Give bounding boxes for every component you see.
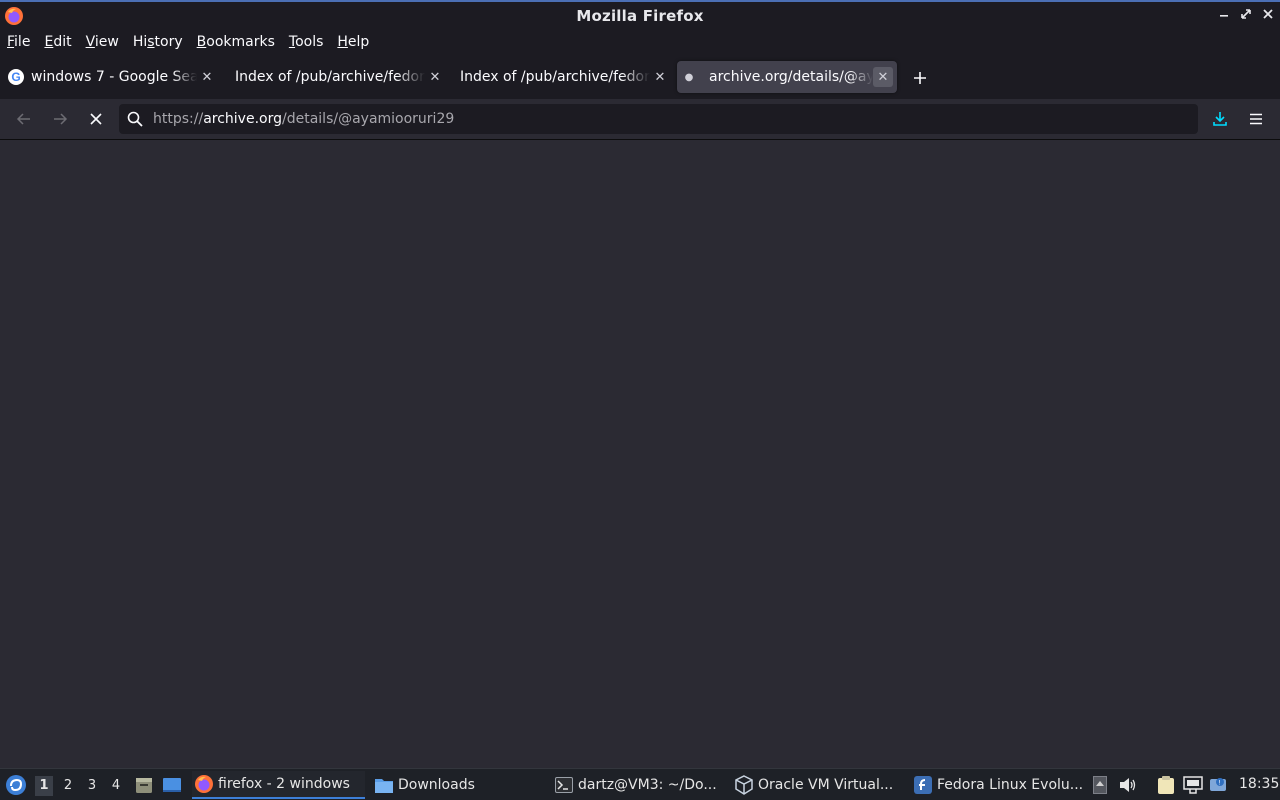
menu-bookmarks[interactable]: Bookmarks <box>197 31 275 53</box>
clipboard-button[interactable] <box>1155 774 1177 796</box>
file-manager-launcher-icon[interactable] <box>134 775 154 795</box>
updates-button[interactable]: ! <box>1207 774 1229 796</box>
loading-dot-icon: ● <box>684 71 694 83</box>
svg-text:!: ! <box>1219 780 1221 787</box>
maximize-button[interactable] <box>1240 6 1252 22</box>
start-menu-icon[interactable] <box>5 774 27 796</box>
firefox-icon <box>194 774 214 794</box>
task-label: firefox - 2 windows <box>218 776 350 792</box>
virtualbox-icon <box>734 775 754 795</box>
updates-notification-icon: ! <box>1210 778 1226 791</box>
clock[interactable]: 18:35 <box>1239 776 1279 792</box>
close-tab-icon[interactable]: ✕ <box>873 67 893 87</box>
tray-expand-button[interactable] <box>1089 774 1111 796</box>
clipboard-icon <box>1158 776 1174 794</box>
tab-google-search[interactable]: G windows 7 - Google Search ✕ <box>8 61 218 93</box>
close-tab-icon[interactable]: ✕ <box>650 67 670 87</box>
menu-edit[interactable]: Edit <box>44 31 71 53</box>
window-controls <box>1218 6 1274 22</box>
downloads-button[interactable] <box>1208 108 1232 130</box>
menu-tools[interactable]: Tools <box>289 31 324 53</box>
desktop-1-button[interactable]: 1 <box>35 776 53 796</box>
menu-view[interactable]: View <box>86 31 119 53</box>
stop-icon <box>90 113 102 125</box>
restore-icon <box>1241 9 1251 19</box>
title-bar: Mozilla Firefox <box>0 0 1280 29</box>
search-icon <box>127 111 143 127</box>
minimize-button[interactable] <box>1218 6 1230 22</box>
tab-bar: G windows 7 - Google Search ✕ Index of /… <box>0 54 1280 99</box>
task-label: Oracle VM Virtual... <box>758 777 894 793</box>
task-firefox[interactable]: firefox - 2 windows <box>192 771 365 799</box>
app-menu-button[interactable] <box>1244 108 1268 130</box>
desktop-3-button[interactable]: 3 <box>83 776 101 796</box>
url-path: /details/@ayamiooruri29 <box>282 111 455 127</box>
show-desktop-icon[interactable] <box>162 775 182 795</box>
forward-arrow-icon <box>54 113 68 125</box>
firefox-logo-icon <box>5 7 23 25</box>
download-icon <box>1213 112 1227 126</box>
task-virtualbox[interactable]: Oracle VM Virtual... <box>734 771 904 799</box>
menu-file[interactable]: File <box>7 31 30 53</box>
task-label: Fedora Linux Evolu... <box>937 777 1084 793</box>
volume-button[interactable] <box>1117 774 1139 796</box>
url-text[interactable]: https://archive.org/details/@ayamiooruri… <box>153 111 454 127</box>
network-icon <box>1183 776 1203 794</box>
minimize-icon <box>1220 15 1228 17</box>
task-terminal[interactable]: dartz@VM3: ~/Do... <box>554 771 726 799</box>
tab-label: archive.org/details/@ayamiooruri29 <box>709 69 873 85</box>
desktop-4-button[interactable]: 4 <box>107 776 125 796</box>
menu-bar: File Edit View History Bookmarks Tools Help <box>0 29 1280 54</box>
page-content-area[interactable] <box>0 140 1280 768</box>
close-tab-icon[interactable]: ✕ <box>425 67 445 87</box>
forward-button[interactable] <box>47 107 73 131</box>
navigation-toolbar: https://archive.org/details/@ayamiooruri… <box>0 99 1280 140</box>
tab-index-fedora-1[interactable]: Index of /pub/archive/fedora ✕ <box>235 61 445 93</box>
close-tab-icon[interactable]: ✕ <box>197 67 217 87</box>
tab-label: windows 7 - Google Search <box>31 69 197 85</box>
url-scheme: https:// <box>153 111 204 127</box>
tab-label: Index of /pub/archive/fedora <box>235 69 425 85</box>
task-downloads[interactable]: Downloads <box>374 771 544 799</box>
back-button[interactable] <box>11 107 37 131</box>
stop-loading-button[interactable] <box>83 107 109 131</box>
task-label: Downloads <box>398 777 475 793</box>
folder-icon <box>374 775 394 795</box>
menu-history[interactable]: History <box>133 31 183 53</box>
task-fedora-evolution[interactable]: Fedora Linux Evolu... <box>913 771 1085 799</box>
address-bar[interactable]: https://archive.org/details/@ayamiooruri… <box>119 104 1198 134</box>
volume-icon <box>1120 778 1136 792</box>
close-window-button[interactable] <box>1262 6 1274 22</box>
tray-arrow-icon <box>1093 776 1107 794</box>
tab-archive-org[interactable]: ● archive.org/details/@ayamiooruri29 ✕ <box>677 61 897 93</box>
task-label: dartz@VM3: ~/Do... <box>578 777 717 793</box>
taskbar: 1 2 3 4 firefox - 2 windows Downloads da… <box>0 768 1280 800</box>
url-host: archive.org <box>203 111 282 127</box>
window-title: Mozilla Firefox <box>576 6 704 25</box>
close-icon <box>1263 9 1273 19</box>
menu-help[interactable]: Help <box>337 31 369 53</box>
tab-index-fedora-2[interactable]: Index of /pub/archive/fedora ✕ <box>460 61 670 93</box>
new-tab-button[interactable] <box>908 66 932 90</box>
back-arrow-icon <box>16 113 30 125</box>
fedora-icon <box>913 775 933 795</box>
desktop-2-button[interactable]: 2 <box>59 776 77 796</box>
plus-icon <box>914 72 926 84</box>
tab-label: Index of /pub/archive/fedora <box>460 69 650 85</box>
hamburger-menu-icon <box>1250 113 1262 125</box>
google-icon: G <box>8 69 24 85</box>
network-button[interactable] <box>1182 774 1204 796</box>
terminal-icon <box>554 775 574 795</box>
